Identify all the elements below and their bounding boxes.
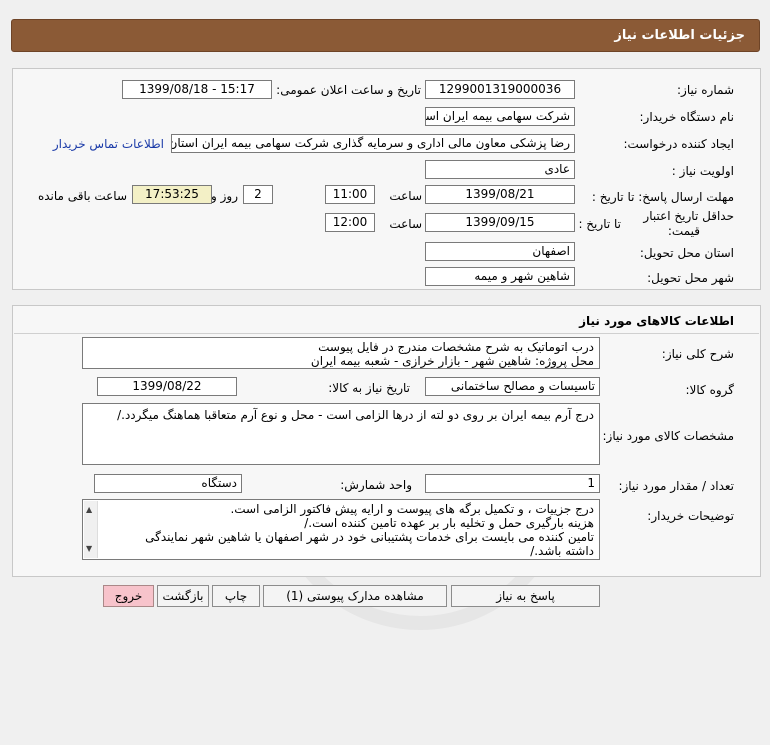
specs-field: درج آرم بیمه ایران بر روی دو لته از درها…: [82, 403, 600, 465]
back-button[interactable]: بازگشت: [157, 585, 209, 607]
view-attachments-button[interactable]: مشاهده مدارک پیوستی (1): [263, 585, 447, 607]
buyer-notes-line-4: داشته باشد./: [530, 544, 594, 558]
need-date-label: تاریخ نیاز به کالا:: [328, 381, 410, 395]
description-label: شرح کلی نیاز:: [661, 347, 734, 361]
requester-label: ایجاد کننده درخواست:: [623, 137, 734, 151]
description-field: درب اتوماتیک به شرح مشخصات مندرج در فایل…: [82, 337, 600, 369]
province-label: استان محل تحویل:: [639, 246, 734, 260]
description-line-1: درب اتوماتیک به شرح مشخصات مندرج در فایل…: [318, 340, 594, 354]
page-header: جزئیات اطلاعات نیاز: [11, 19, 760, 52]
requester-field: رضا پزشکی معاون مالی اداری و سرمایه گذار…: [171, 134, 575, 153]
city-label: شهر محل تحویل:: [647, 271, 734, 285]
announce-datetime-label: تاریخ و ساعت اعلان عمومی:: [276, 83, 421, 97]
specs-label: مشخصات کالای مورد نیاز:: [602, 429, 734, 443]
validity-time-label: ساعت: [389, 217, 422, 231]
validity-time-field: 12:00: [325, 213, 375, 232]
goods-group-label: گروه کالا:: [685, 383, 735, 397]
days-remaining-field: 2: [243, 185, 273, 204]
description-line-2: محل پروژه: شاهین شهر - بازار خرازی - شعب…: [310, 354, 594, 368]
days-label: روز و: [211, 189, 238, 203]
reply-button[interactable]: پاسخ به نیاز: [451, 585, 600, 607]
goods-section-title: اطلاعات کالاهای مورد نیاز: [579, 314, 734, 328]
goods-group-field: تاسیسات و مصالح ساختمانی: [425, 377, 600, 396]
buyer-notes-scrollbar[interactable]: ▲ ▼: [84, 501, 98, 558]
validity-label-1: حداقل تاریخ اعتبار: [643, 209, 734, 223]
validity-label-2: قیمت:: [667, 224, 700, 238]
province-field: اصفهان: [425, 242, 575, 261]
need-number-field: 1299001319000036: [425, 80, 575, 99]
time-remaining-field: 17:53:25: [132, 185, 212, 204]
scroll-up-icon[interactable]: ▲: [86, 503, 92, 517]
validity-date-field: 1399/09/15: [425, 213, 575, 232]
buyer-org-field: شرکت سهامی بیمه ایران استان اصفهان: [425, 107, 575, 126]
time-remaining-label: ساعت باقی مانده: [37, 189, 127, 203]
unit-field: دستگاه: [94, 474, 242, 493]
validity-until-label: تا تاریخ :: [578, 217, 621, 231]
buyer-notes-label: توضیحات خریدار:: [647, 509, 734, 523]
scroll-down-icon[interactable]: ▼: [86, 542, 92, 556]
quantity-label: تعداد / مقدار مورد نیاز:: [618, 479, 734, 493]
announce-datetime-field: 1399/08/18 - 15:17: [122, 80, 272, 99]
deadline-time-label: ساعت: [389, 189, 422, 203]
need-number-label: شماره نیاز:: [677, 83, 734, 97]
priority-field: عادی: [425, 160, 575, 179]
deadline-date-field: 1399/08/21: [425, 185, 575, 204]
buyer-notes-field: ▲ ▼ درج جزییات ، و تکمیل برگه های پیوست …: [82, 499, 600, 560]
deadline-time-field: 11:00: [325, 185, 375, 204]
buyer-notes-line-1: درج جزییات ، و تکمیل برگه های پیوست و ار…: [230, 502, 594, 516]
buyer-notes-line-3: تامین کننده می بایست برای خدمات پشتیبانی…: [145, 530, 594, 544]
unit-label: واحد شمارش:: [340, 478, 412, 492]
priority-label: اولویت نیاز :: [671, 164, 734, 178]
page-title: جزئیات اطلاعات نیاز: [614, 28, 745, 43]
city-field: شاهین شهر و میمه: [425, 267, 575, 286]
quantity-field: 1: [425, 474, 600, 493]
print-button[interactable]: چاپ: [212, 585, 260, 607]
buyer-org-label: نام دستگاه خریدار:: [639, 110, 735, 124]
buyer-contact-link[interactable]: اطلاعات تماس خریدار: [53, 137, 164, 151]
need-date-field: 1399/08/22: [97, 377, 237, 396]
goods-section-divider: [14, 333, 759, 334]
deadline-label: مهلت ارسال پاسخ: تا تاریخ :: [591, 190, 734, 204]
buyer-notes-line-2: هزینه بارگیری حمل و تخلیه بار بر عهده تا…: [304, 516, 594, 530]
exit-button[interactable]: خروج: [103, 585, 154, 607]
